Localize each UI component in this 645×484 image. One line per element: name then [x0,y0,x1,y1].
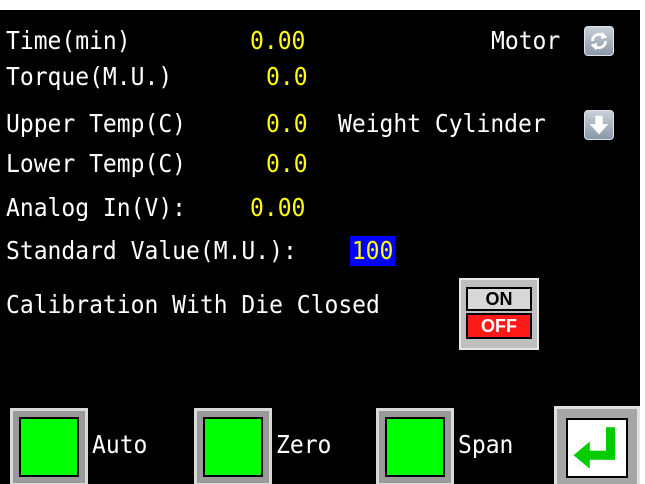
time-label: Time(min) [6,26,131,55]
zero-label: Zero [276,430,332,459]
weight-cylinder-button[interactable] [584,110,614,140]
span-button[interactable] [376,408,454,484]
motor-label: Motor [491,26,561,55]
toggle-on-button[interactable]: ON [466,287,532,311]
enter-return-icon [573,427,616,469]
lower-temp-value: 0.0 [266,149,308,178]
time-value: 0.00 [250,26,306,55]
torque-value: 0.0 [266,62,308,91]
span-indicator [385,417,445,477]
motor-button[interactable] [584,26,614,56]
enter-button-face [566,418,628,478]
zero-indicator [203,417,263,477]
standard-value-input[interactable]: 100 [350,236,396,266]
hmi-screen: Time(min) 0.00 Motor Torque(M.U.) 0.0 Up… [0,0,645,484]
calibration-toggle[interactable]: ON OFF [459,278,539,350]
calibration-label: Calibration With Die Closed [6,290,380,319]
auto-label: Auto [92,430,148,459]
auto-button[interactable] [10,408,88,484]
arrow-down-icon [589,115,609,135]
torque-label: Torque(M.U.) [6,62,173,91]
refresh-icon [590,31,608,51]
span-label: Span [458,430,514,459]
toggle-off-button[interactable]: OFF [466,313,532,339]
enter-button[interactable] [554,406,640,484]
weight-cylinder-label: Weight Cylinder [338,109,546,138]
analog-in-label: Analog In(V): [6,193,187,222]
control-panel: Time(min) 0.00 Motor Torque(M.U.) 0.0 Up… [0,10,640,484]
standard-value-label: Standard Value(M.U.): [6,236,297,265]
lower-temp-label: Lower Temp(C) [6,149,187,178]
upper-temp-value: 0.0 [266,109,308,138]
analog-in-value: 0.00 [250,193,306,222]
zero-button[interactable] [194,408,272,484]
auto-indicator [19,417,79,477]
upper-temp-label: Upper Temp(C) [6,109,187,138]
